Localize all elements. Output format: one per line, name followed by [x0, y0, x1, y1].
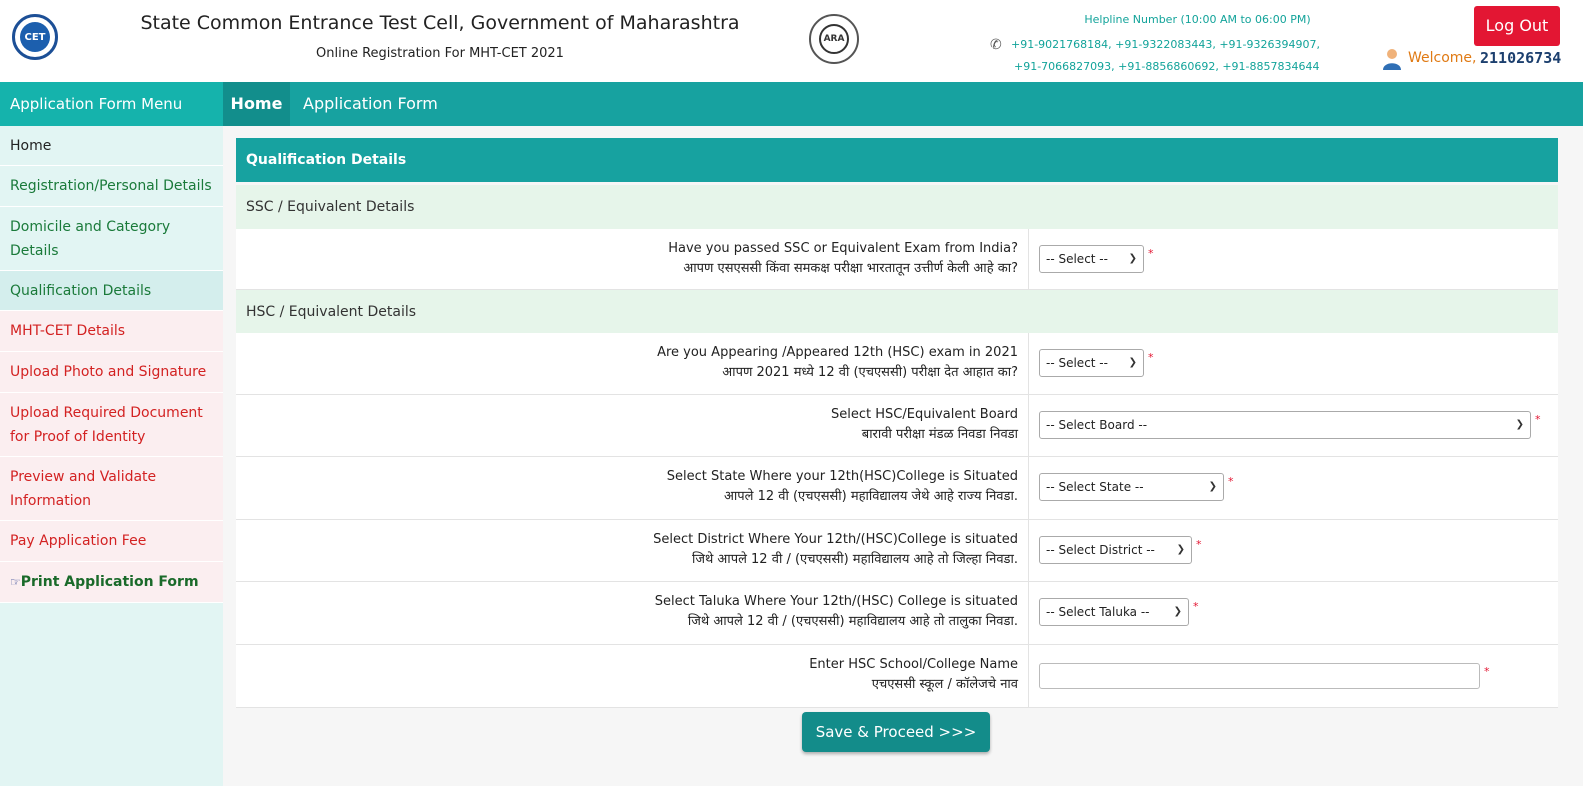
- divider: [1028, 520, 1029, 581]
- required-marker: *: [1193, 600, 1199, 613]
- pointing-hand-icon: ☞: [10, 575, 21, 589]
- chevron-down-icon: ❯: [1128, 253, 1137, 264]
- select-value: -- Select --: [1046, 356, 1108, 370]
- hsc-district-row: Select District Where Your 12th/(HSC)Col…: [236, 520, 1558, 582]
- hsc-state-select[interactable]: -- Select State -- ❯: [1039, 473, 1224, 501]
- sidebar-item-qualification[interactable]: Qualification Details: [0, 271, 223, 311]
- field-label-mr: आपण एसएससी किंवा समकक्ष परीक्षा भारतातून…: [683, 261, 1018, 276]
- sidebar-item-label: Print Application Form: [20, 574, 199, 590]
- divider: [1028, 457, 1029, 519]
- hsc-appearing-select[interactable]: -- Select -- ❯: [1039, 349, 1144, 377]
- field-label-mr: बारावी परीक्षा मंडळ निवडा निवडा: [861, 427, 1018, 442]
- site-title: State Common Entrance Test Cell, Governm…: [140, 12, 740, 34]
- welcome-label: Welcome,: [1408, 50, 1477, 66]
- required-marker: *: [1196, 538, 1202, 551]
- hsc-taluka-select[interactable]: -- Select Taluka -- ❯: [1039, 598, 1189, 626]
- divider: [1028, 582, 1029, 644]
- header: CET State Common Entrance Test Cell, Gov…: [0, 0, 1583, 82]
- tab-application-form[interactable]: Application Form: [303, 82, 438, 126]
- field-label-en: Are you Appearing /Appeared 12th (HSC) e…: [657, 345, 1018, 360]
- ssc-passed-row: Have you passed SSC or Equivalent Exam f…: [236, 229, 1558, 290]
- user-id: 211026734: [1480, 49, 1562, 67]
- divider: [1028, 229, 1029, 289]
- field-label-en: Select District Where Your 12th/(HSC)Col…: [653, 532, 1018, 547]
- hsc-section-title: HSC / Equivalent Details: [236, 290, 1558, 334]
- required-marker: *: [1535, 413, 1541, 426]
- divider: [1028, 645, 1029, 707]
- ara-logo: ARA: [809, 14, 859, 64]
- field-label-mr: आपले 12 वी (एचएससी) महाविद्यालय जेथे आहे…: [723, 489, 1018, 504]
- sidebar-title: Application Form Menu: [0, 82, 223, 126]
- divider: [1028, 333, 1029, 394]
- field-label-en: Have you passed SSC or Equivalent Exam f…: [668, 241, 1018, 256]
- select-value: -- Select Taluka --: [1046, 605, 1150, 619]
- field-label-en: Enter HSC School/College Name: [809, 657, 1018, 672]
- required-marker: *: [1148, 351, 1154, 364]
- chevron-down-icon: ❯: [1176, 544, 1185, 555]
- chevron-down-icon: ❯: [1173, 606, 1182, 617]
- helpline-numbers-1: +91-9021768184, +91-9322083443, +91-9326…: [1011, 38, 1320, 51]
- hsc-board-row: Select HSC/Equivalent Board बारावी परीक्…: [236, 395, 1558, 457]
- tab-home[interactable]: Home: [223, 82, 290, 126]
- sidebar-item-registration[interactable]: Registration/Personal Details: [0, 166, 223, 207]
- chevron-down-icon: ❯: [1208, 481, 1217, 492]
- sidebar-item-upload-photo[interactable]: Upload Photo and Signature: [0, 352, 223, 393]
- ssc-section-title: SSC / Equivalent Details: [236, 185, 1558, 229]
- select-value: -- Select Board --: [1046, 418, 1148, 432]
- chevron-down-icon: ❯: [1128, 357, 1137, 368]
- hsc-district-select[interactable]: -- Select District -- ❯: [1039, 536, 1192, 564]
- sidebar-item-pay-fee[interactable]: Pay Application Fee: [0, 521, 223, 562]
- required-marker: *: [1228, 475, 1234, 488]
- hsc-college-name-row: Enter HSC School/College Name एचएससी स्क…: [236, 645, 1558, 708]
- sidebar-item-print-form[interactable]: ☞Print Application Form: [0, 562, 223, 603]
- site-subtitle: Online Registration For MHT-CET 2021: [316, 46, 564, 61]
- required-marker: *: [1484, 665, 1490, 678]
- phone-icon: ✆: [990, 37, 1002, 53]
- ssc-passed-select[interactable]: -- Select -- ❯: [1039, 245, 1144, 273]
- field-label-en: Select Taluka Where Your 12th/(HSC) Coll…: [654, 594, 1018, 609]
- hsc-state-row: Select State Where your 12th(HSC)College…: [236, 457, 1558, 520]
- hsc-college-name-input[interactable]: [1039, 663, 1480, 689]
- field-label-mr: एचएससी स्कूल / कॉलेजचे नाव: [871, 677, 1018, 692]
- sidebar-item-domicile[interactable]: Domicile and Category Details: [0, 207, 223, 271]
- field-label-mr: जिथे आपले 12 वी / (एचएससी) महाविद्यालय आ…: [687, 614, 1018, 629]
- sidebar-item-home[interactable]: Home: [0, 126, 223, 166]
- logout-button[interactable]: Log Out: [1474, 6, 1560, 46]
- user-icon: [1383, 49, 1401, 70]
- select-value: -- Select District --: [1046, 543, 1155, 557]
- hsc-appearing-row: Are you Appearing /Appeared 12th (HSC) e…: [236, 333, 1558, 395]
- panel-title: Qualification Details: [236, 138, 1558, 182]
- divider: [1028, 395, 1029, 456]
- field-label-mr: आपण 2021 मध्ये 12 वी (एचएससी) परीक्षा दे…: [722, 365, 1018, 380]
- select-value: -- Select --: [1046, 252, 1108, 266]
- helpline-numbers-2: +91-7066827093, +91-8856860692, +91-8857…: [1014, 60, 1320, 73]
- hsc-taluka-row: Select Taluka Where Your 12th/(HSC) Coll…: [236, 582, 1558, 645]
- sidebar-item-preview[interactable]: Preview and Validate Information: [0, 457, 223, 521]
- field-label-en: Select State Where your 12th(HSC)College…: [666, 469, 1018, 484]
- cet-logo-text: CET: [20, 22, 50, 52]
- cet-logo: CET: [12, 14, 58, 60]
- required-marker: *: [1148, 247, 1154, 260]
- sidebar-item-mhtcet[interactable]: MHT-CET Details: [0, 311, 223, 352]
- chevron-down-icon: ❯: [1515, 419, 1524, 430]
- field-label-mr: जिथे आपले 12 वी / (एचएससी) महाविद्यालय आ…: [691, 552, 1018, 567]
- ara-logo-text: ARA: [819, 24, 849, 54]
- field-label-en: Select HSC/Equivalent Board: [831, 407, 1018, 422]
- select-value: -- Select State --: [1046, 480, 1144, 494]
- sidebar-item-upload-document[interactable]: Upload Required Document for Proof of Id…: [0, 393, 223, 457]
- hsc-board-select[interactable]: -- Select Board -- ❯: [1039, 411, 1531, 439]
- save-proceed-button[interactable]: Save & Proceed >>>: [802, 712, 990, 752]
- helpline-title: Helpline Number (10:00 AM to 06:00 PM): [1084, 13, 1311, 26]
